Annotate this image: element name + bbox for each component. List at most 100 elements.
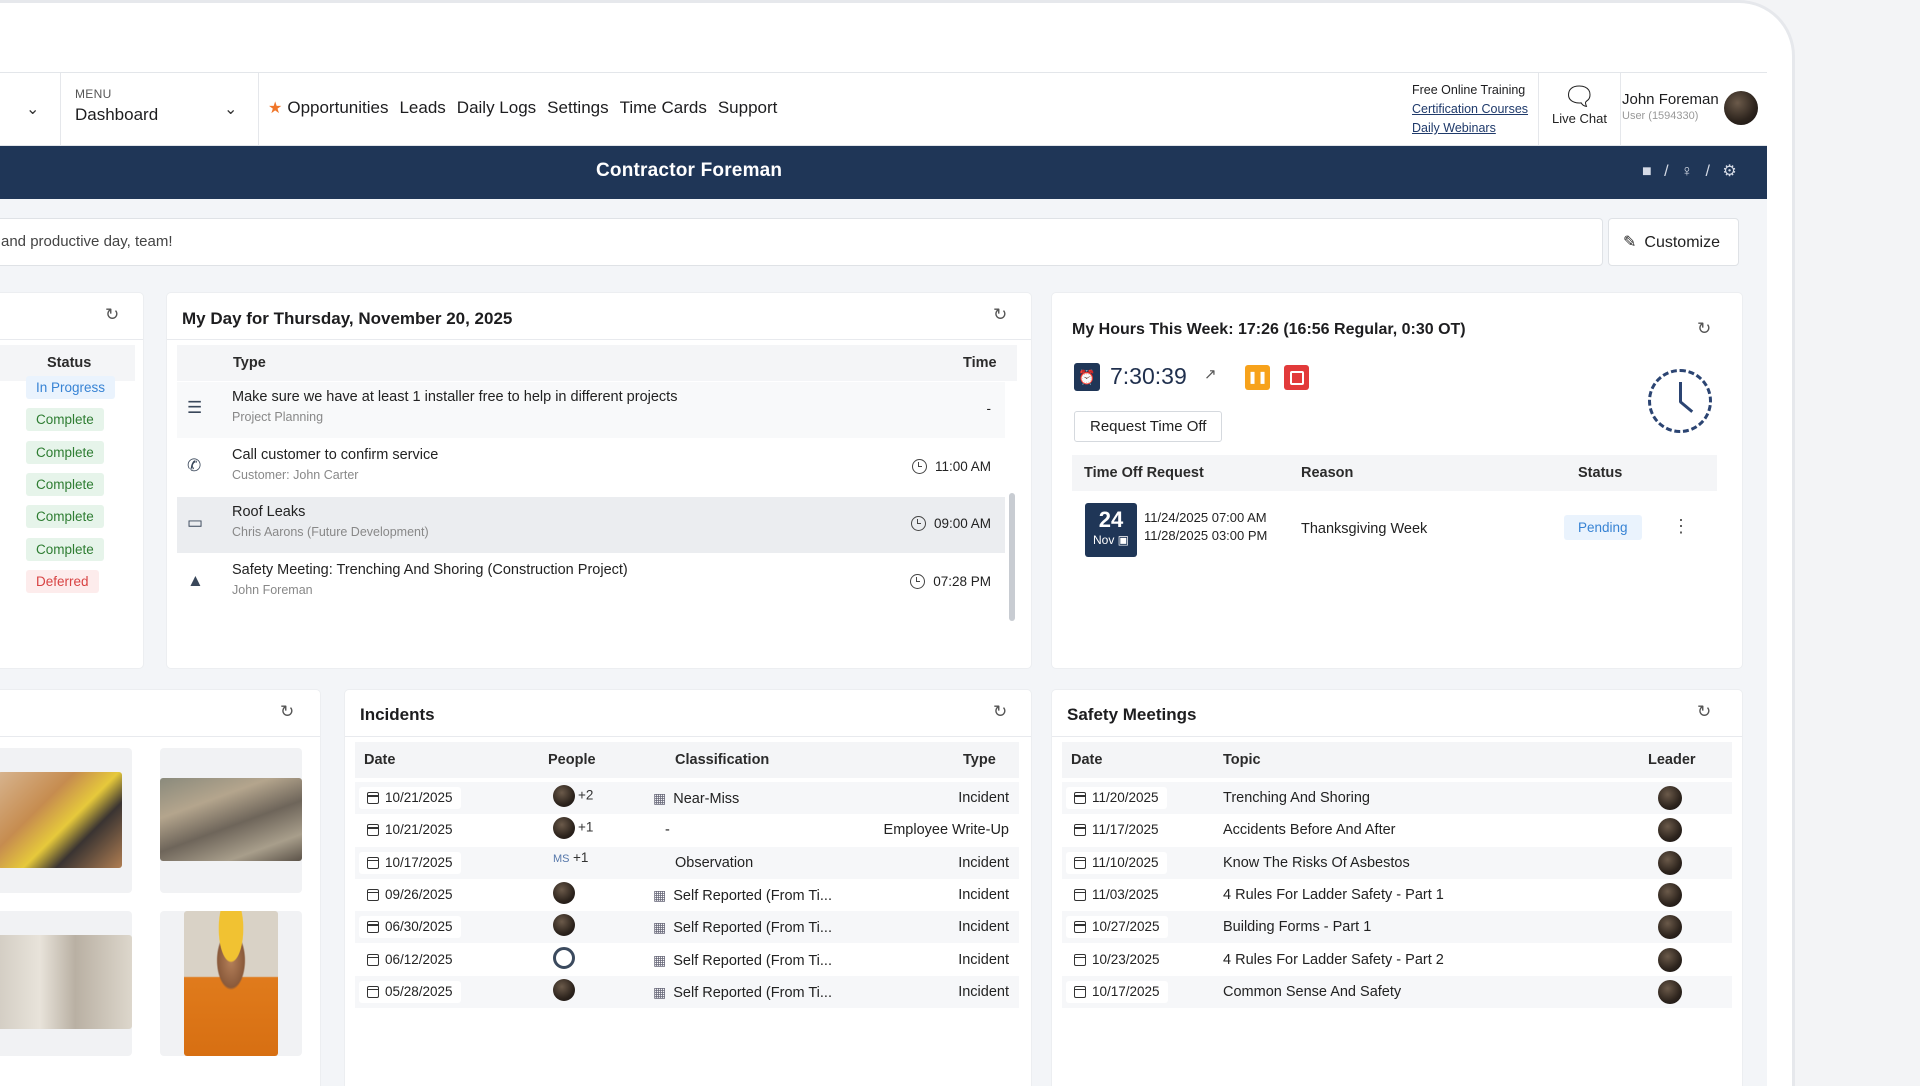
table-row[interactable]: 10/21/2025 +2 ▦ Near-Miss Incident: [355, 782, 1019, 814]
avatar: [553, 914, 575, 937]
people-cell: [553, 946, 575, 969]
topic-cell: Know The Risks Of Asbestos: [1223, 854, 1410, 871]
table-row[interactable]: 11/03/2025 4 Rules For Ladder Safety - Pa…: [1062, 879, 1732, 911]
list-item[interactable]: ☰ Make sure we have at least 1 installer …: [177, 382, 1005, 438]
table-row[interactable]: 10/21/2025 +1 - Employee Write-Up: [355, 814, 1019, 846]
photo-thumbnail[interactable]: [160, 911, 302, 1056]
date-chip: 11/10/2025: [1066, 851, 1167, 874]
type-cell: Employee Write-Up: [883, 822, 1009, 839]
type-cell: Incident: [958, 886, 1009, 903]
nav-link-time-cards[interactable]: Time Cards: [620, 98, 707, 118]
leader-avatar: [1658, 979, 1682, 1004]
table-row[interactable]: 10/27/2025 Building Forms - Part 1: [1062, 911, 1732, 944]
table-header: [177, 345, 1017, 381]
refresh-icon[interactable]: ↻: [1697, 702, 1711, 722]
status-badge: Complete: [26, 408, 104, 432]
phone-icon: ✆: [187, 455, 202, 475]
stop-button[interactable]: [1284, 365, 1309, 390]
nav-link-settings[interactable]: Settings: [547, 98, 608, 118]
photo-thumbnail[interactable]: [160, 748, 302, 893]
table-row[interactable]: 06/30/2025 ▦ Self Reported (From Ti... Inci…: [355, 911, 1019, 944]
table-row[interactable]: 10/23/2025 4 Rules For Ladder Safety - Pa…: [1062, 944, 1732, 976]
person-placeholder-icon: [553, 946, 575, 969]
arrow-up-right-icon[interactable]: ↗: [1204, 365, 1217, 383]
nav-link-daily-logs[interactable]: Daily Logs: [457, 98, 536, 118]
live-chat-button[interactable]: 🗨 Live Chat: [1542, 81, 1617, 126]
building-icon: ▦: [653, 919, 667, 936]
item-time: 09:00 AM: [910, 516, 991, 531]
divider: [1538, 73, 1539, 147]
refresh-icon[interactable]: ↻: [993, 305, 1007, 325]
daily-webinars-link[interactable]: Daily Webinars: [1412, 119, 1528, 138]
user-avatar[interactable]: [1724, 91, 1758, 125]
divider: [0, 339, 143, 340]
refresh-icon[interactable]: ↻: [280, 702, 294, 722]
training-title: Free Online Training: [1412, 83, 1526, 97]
table-row[interactable]: 11/10/2025 Know The Risks Of Asbestos: [1062, 846, 1732, 879]
avatar: [553, 817, 575, 840]
refresh-icon[interactable]: ↻: [993, 702, 1007, 722]
date-chip: 10/17/2025: [1066, 980, 1168, 1003]
banner-tools[interactable]: ■ / ♀ / ⚙: [1642, 161, 1741, 181]
date-column-header: Date: [364, 752, 396, 768]
my-day-title: My Day for Thursday, November 20, 2025: [182, 309, 513, 328]
customize-button[interactable]: ✎ Customize: [1608, 218, 1739, 266]
topic-column-header: Topic: [1223, 752, 1261, 768]
certification-courses-link[interactable]: Certification Courses: [1412, 100, 1528, 119]
photos-card: ↻: [0, 690, 320, 1086]
scrollbar[interactable]: [1009, 493, 1015, 621]
user-name: John Foreman: [1622, 91, 1719, 108]
alarm-clock-icon: ⏰: [1074, 363, 1100, 391]
table-row[interactable]: 10/17/2025 MS +1 Observation Incident: [355, 846, 1019, 879]
table-row[interactable]: 11/17/2025 Accidents Before And After: [1062, 814, 1732, 846]
date-chip: 11/17/2025: [1066, 819, 1167, 842]
table-row[interactable]: 06/12/2025 ▦ Self Reported (From Ti... Inci…: [355, 944, 1019, 976]
my-day-card: My Day for Thursday, November 20, 2025 ↻…: [167, 293, 1031, 668]
date-tile: 24 Nov ▣: [1085, 503, 1137, 557]
date-chip: 10/21/2025: [359, 819, 461, 842]
list-item[interactable]: ✆ Call customer to confirm service Custome…: [177, 440, 1005, 496]
table-row[interactable]: 09/26/2025 ▦ Self Reported (From Ti... Inci…: [355, 879, 1019, 911]
nav-link-opportunities[interactable]: ★ Opportunities: [268, 98, 388, 118]
request-time-off-button[interactable]: Request Time Off: [1074, 411, 1223, 442]
customize-label: Customize: [1644, 234, 1720, 251]
table-row[interactable]: 05/28/2025 ▦ Self Reported (From Ti... Inci…: [355, 975, 1019, 1008]
table-row[interactable]: 11/20/2025 Trenching And Shoring: [1062, 782, 1732, 814]
divider: [345, 736, 1031, 737]
nav-link-support[interactable]: Support: [718, 98, 778, 118]
classification-cell: ▦ Self Reported (From Ti...: [653, 919, 832, 937]
date-column-header: Date: [1071, 752, 1103, 768]
photo-thumbnail[interactable]: [0, 748, 132, 893]
company-banner: Contractor Foreman ■ / ♀ / ⚙: [0, 146, 1767, 199]
classification-cell: ▦ Near-Miss: [653, 790, 740, 807]
item-subtitle: Project Planning: [232, 410, 324, 424]
clock-icon: [910, 573, 926, 589]
photo-thumbnail[interactable]: [0, 911, 132, 1056]
nav-link-leads[interactable]: Leads: [399, 98, 445, 118]
calendar-icon: [1074, 985, 1086, 998]
menu-selector[interactable]: MENU Dashboard: [75, 87, 158, 125]
chevron-down-icon[interactable]: ⌄: [26, 99, 39, 119]
status-badge: Complete: [26, 505, 104, 529]
list-item[interactable]: ▲ Safety Meeting: Trenching And Shoring (…: [177, 555, 1005, 611]
table-row[interactable]: 10/17/2025 Common Sense And Safety: [1062, 975, 1732, 1008]
people-cell: MS +1: [553, 850, 588, 865]
date-chip: 11/03/2025: [1066, 883, 1167, 906]
user-menu[interactable]: John Foreman User (1594330): [1622, 91, 1719, 122]
chevron-down-icon[interactable]: ⌄: [224, 99, 237, 119]
pause-button[interactable]: ❚❚: [1245, 365, 1270, 390]
leader-avatar: [1658, 818, 1682, 843]
refresh-icon[interactable]: ↻: [1697, 319, 1711, 339]
refresh-icon[interactable]: ↻: [105, 305, 119, 325]
calendar-icon: [367, 856, 379, 869]
people-cell: [553, 881, 578, 904]
status-badge: Complete: [26, 472, 104, 496]
calendar-icon: [1074, 824, 1086, 837]
more-options-icon[interactable]: ⋮: [1672, 516, 1690, 537]
list-item[interactable]: ▭ Roof Leaks Chris Aarons (Future Developm…: [177, 497, 1005, 553]
time-off-reason: Thanksgiving Week: [1301, 521, 1428, 537]
leader-avatar: [1658, 882, 1682, 907]
date-tile-day: 24: [1098, 507, 1124, 532]
item-title: Make sure we have at least 1 installer f…: [232, 389, 678, 405]
leader-column-header: Leader: [1648, 752, 1696, 768]
